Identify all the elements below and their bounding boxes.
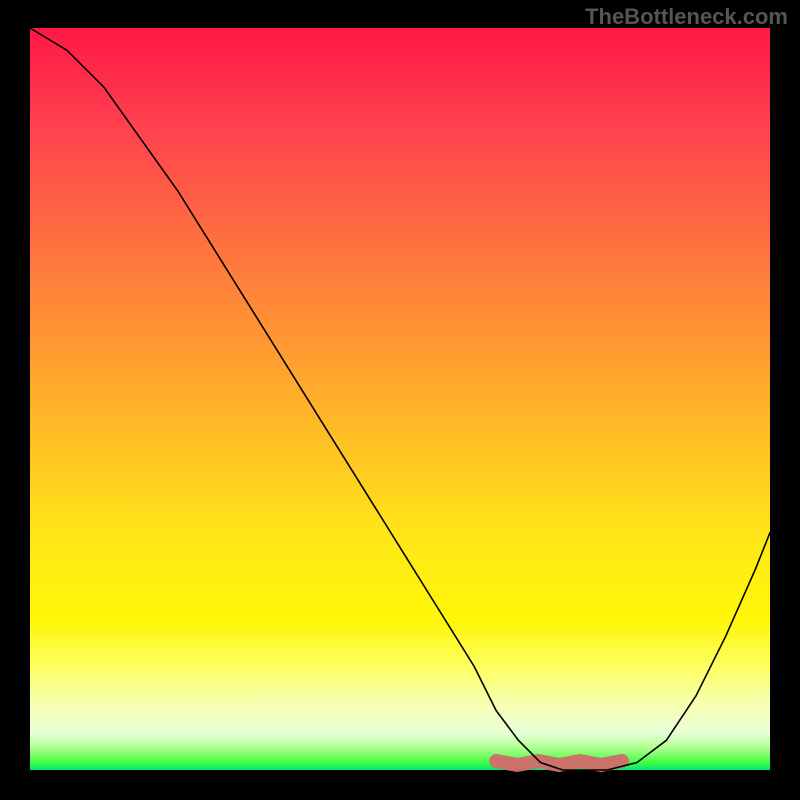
watermark-text: TheBottleneck.com — [585, 4, 788, 30]
bottleneck-curve — [30, 28, 770, 770]
curve-highlight — [496, 761, 622, 765]
chart-container: TheBottleneck.com — [0, 0, 800, 800]
plot-area — [30, 28, 770, 770]
curve-svg — [30, 28, 770, 770]
